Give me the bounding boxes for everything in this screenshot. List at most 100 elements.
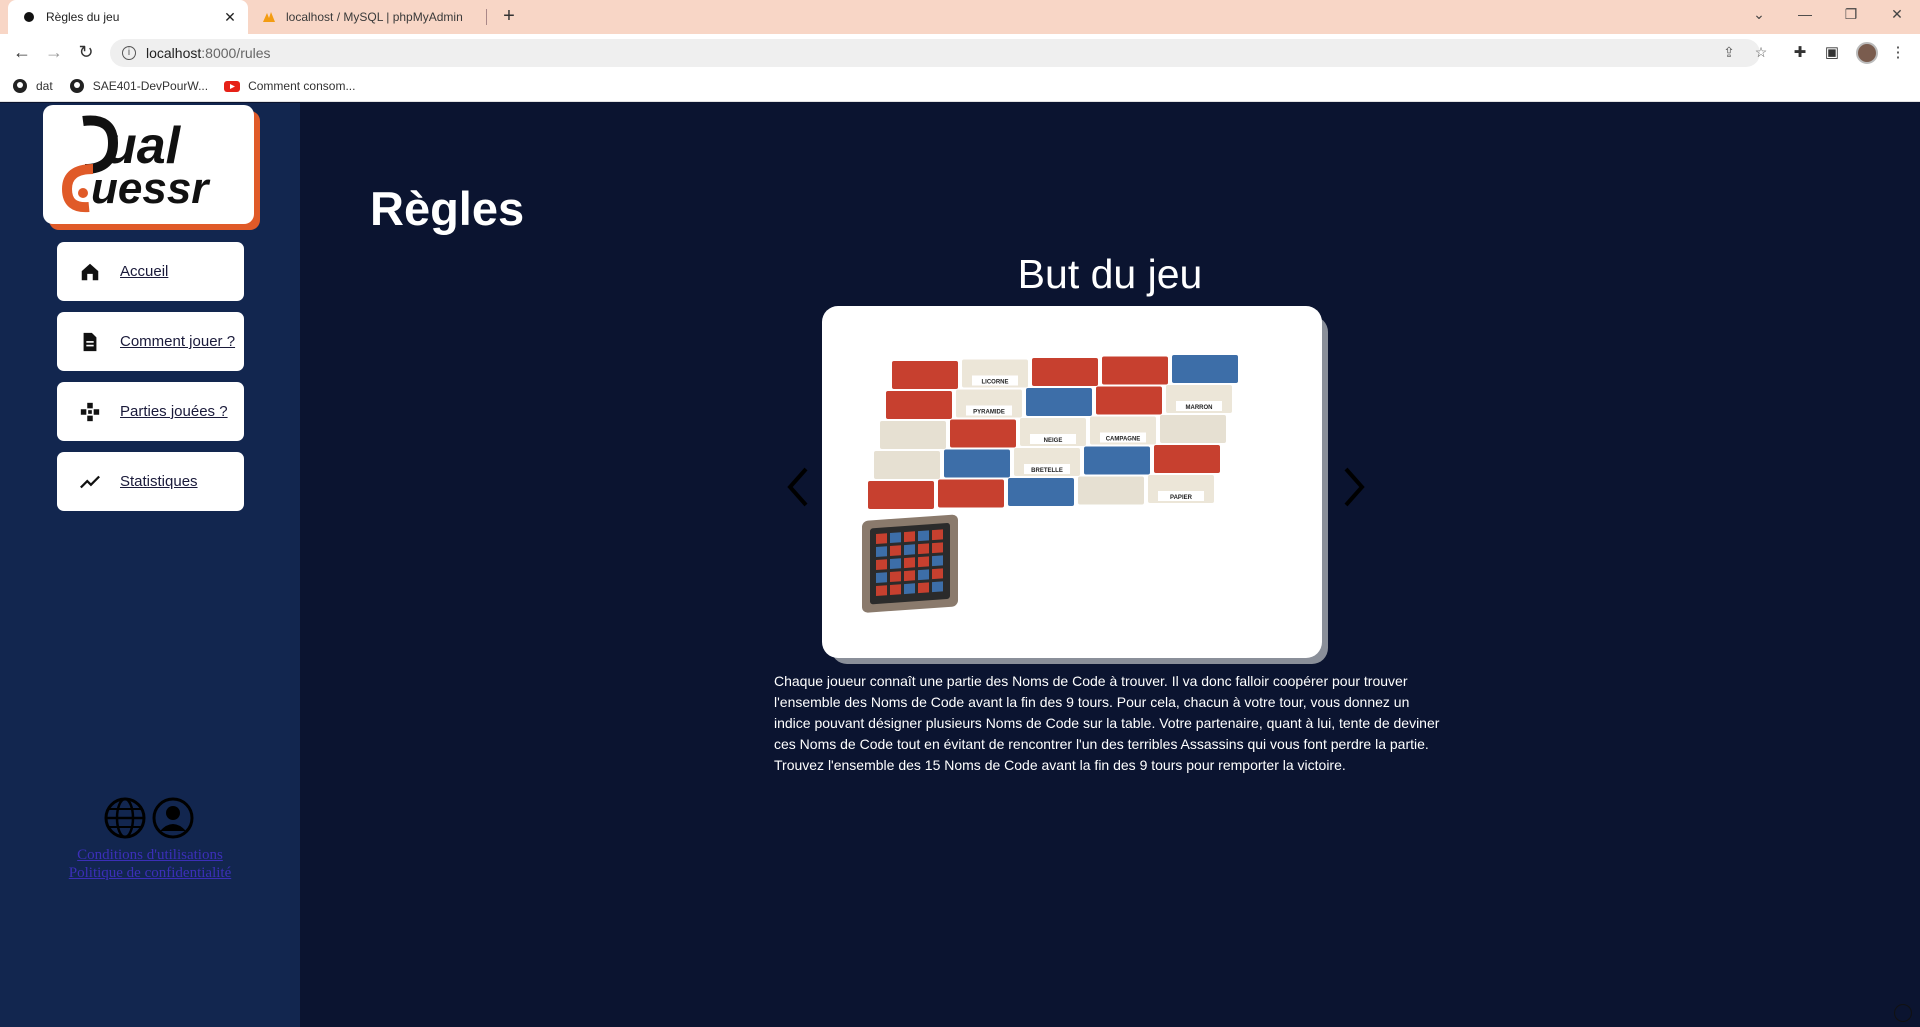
key-cell xyxy=(904,583,915,595)
browser-toolbar: ← → ↻ i localhost:8000/rules ⇪ ☆ ✚ ▣ ⋮ xyxy=(0,34,1920,70)
rules-description: Chaque joueur connaît une partie des Nom… xyxy=(774,673,1440,773)
tab-title: Règles du jeu xyxy=(46,10,120,24)
forward-button[interactable]: → xyxy=(42,40,66,64)
site-info-icon[interactable]: i xyxy=(122,46,136,60)
bookmark-star-icon[interactable]: ☆ xyxy=(1752,43,1770,61)
key-cell xyxy=(918,530,929,542)
bookmark-youtube[interactable]: Comment consom... xyxy=(224,78,355,94)
privacy-link[interactable]: Politique de confidentialité xyxy=(0,864,300,882)
key-cell xyxy=(932,542,943,554)
new-tab-button[interactable]: + xyxy=(498,5,520,27)
help-icon[interactable] xyxy=(1894,1004,1912,1022)
sidebar: ual uessr Accueil Comment jouer ? Partie… xyxy=(0,103,300,1027)
bookmarks-bar: dat SAE401-DevPourW... Comment consom... xyxy=(0,70,1920,102)
agent-card xyxy=(1026,388,1092,416)
page: ual uessr Accueil Comment jouer ? Partie… xyxy=(0,103,1920,1027)
agent-card xyxy=(880,421,946,449)
codenames-board-image: LICORNE PYRAMIDE MARRON NEIGE CAMPAGNE BRETEL… xyxy=(862,355,1238,613)
card-word: BRETELLE xyxy=(1031,468,1063,474)
carousel-next-arrow[interactable] xyxy=(1336,463,1372,511)
nav-statistiques[interactable]: Statistiques xyxy=(57,452,244,511)
key-card xyxy=(862,514,958,613)
youtube-icon xyxy=(224,80,241,92)
card-word: LICORNE xyxy=(982,380,1009,386)
nav-label: Parties jouées ? xyxy=(120,403,228,420)
page-title: Règles xyxy=(370,182,525,235)
key-cell xyxy=(876,585,887,597)
nav-label: Statistiques xyxy=(120,473,198,490)
reload-button[interactable]: ↻ xyxy=(74,40,98,64)
card-word: CAMPAGNE xyxy=(1106,437,1141,443)
card-word: MARRON xyxy=(1186,405,1213,411)
carousel-prev-arrow[interactable] xyxy=(780,463,816,511)
section-title: But du jeu xyxy=(1017,251,1203,297)
card-word: PYRAMIDE xyxy=(973,410,1005,416)
tab-regles[interactable]: Règles du jeu ✕ xyxy=(8,0,248,34)
tab-search-icon[interactable]: ⌄ xyxy=(1736,0,1782,30)
nav-comment-jouer[interactable]: Comment jouer ? xyxy=(57,312,244,371)
github-icon xyxy=(69,78,84,93)
document-icon xyxy=(83,332,97,351)
agent-card xyxy=(1084,446,1150,475)
agent-card xyxy=(1032,358,1098,386)
close-tab-icon[interactable]: ✕ xyxy=(222,9,238,26)
key-cell xyxy=(932,581,943,593)
restore-button[interactable]: ❐ xyxy=(1828,0,1874,30)
bookmark-dat[interactable]: dat xyxy=(12,78,53,94)
svg-text:uessr: uessr xyxy=(91,164,211,213)
minimize-button[interactable]: — xyxy=(1782,0,1828,30)
key-cell xyxy=(876,533,887,545)
url-host: localhost xyxy=(146,45,202,61)
card-grid: LICORNE PYRAMIDE MARRON NEIGE CAMPAGNE BRETEL… xyxy=(868,355,1238,509)
key-cell xyxy=(890,532,901,544)
address-bar[interactable]: i localhost:8000/rules xyxy=(110,39,1760,67)
agent-card xyxy=(892,361,958,389)
key-cell xyxy=(918,569,929,581)
nav-parties-jouees[interactable]: Parties jouées ? xyxy=(57,382,244,441)
profile-avatar[interactable] xyxy=(1856,42,1878,64)
agent-card xyxy=(1096,386,1162,415)
key-cell xyxy=(904,531,915,543)
phpmyadmin-icon xyxy=(263,12,275,22)
terms-link[interactable]: Conditions d'utilisations xyxy=(0,846,300,864)
side-panel-icon[interactable]: ▣ xyxy=(1822,43,1842,63)
bookmark-label: Comment consom... xyxy=(248,78,356,93)
home-icon xyxy=(81,263,99,280)
nav-accueil[interactable]: Accueil xyxy=(57,242,244,301)
extensions-icon[interactable]: ✚ xyxy=(1790,43,1810,63)
back-button[interactable]: ← xyxy=(10,40,34,64)
key-cell xyxy=(932,529,943,541)
agent-card xyxy=(886,391,952,419)
agent-card xyxy=(874,451,940,479)
key-cell xyxy=(932,568,943,580)
chart-line-icon xyxy=(80,475,100,488)
agent-card xyxy=(868,481,934,509)
globe-icon[interactable] xyxy=(104,797,146,839)
gamepad-icon xyxy=(80,402,100,421)
key-cell xyxy=(876,572,887,584)
key-cell xyxy=(918,543,929,555)
tab-phpmyadmin[interactable]: localhost / MySQL | phpMyAdmin xyxy=(252,0,484,34)
bookmark-label: SAE401-DevPourW... xyxy=(92,78,209,93)
footer-icons xyxy=(104,797,194,839)
browser-tab-strip: Règles du jeu ✕ localhost / MySQL | phpM… xyxy=(0,0,1920,34)
key-cell xyxy=(904,544,915,556)
key-cell xyxy=(876,559,887,571)
card-word: PAPIER xyxy=(1170,495,1193,501)
nav-label: Comment jouer ? xyxy=(120,333,236,350)
menu-kebab-icon[interactable]: ⋮ xyxy=(1888,43,1908,63)
card-word: NEIGE xyxy=(1044,438,1063,444)
key-cell xyxy=(890,558,901,570)
key-cell xyxy=(932,555,943,567)
bookmark-sae401[interactable]: SAE401-DevPourW... xyxy=(69,78,208,94)
close-window-button[interactable]: ✕ xyxy=(1874,0,1920,30)
logo[interactable]: ual uessr xyxy=(43,105,254,224)
key-cell xyxy=(890,545,901,557)
rules-image-card: LICORNE PYRAMIDE MARRON NEIGE CAMPAGNE BRETEL… xyxy=(822,306,1322,658)
agent-card xyxy=(1172,355,1238,383)
share-icon[interactable]: ⇪ xyxy=(1720,43,1738,61)
user-circle-icon[interactable] xyxy=(152,797,194,839)
agent-card xyxy=(938,479,1004,508)
nav-label: Accueil xyxy=(120,263,169,280)
tab-title: localhost / MySQL | phpMyAdmin xyxy=(286,10,463,24)
